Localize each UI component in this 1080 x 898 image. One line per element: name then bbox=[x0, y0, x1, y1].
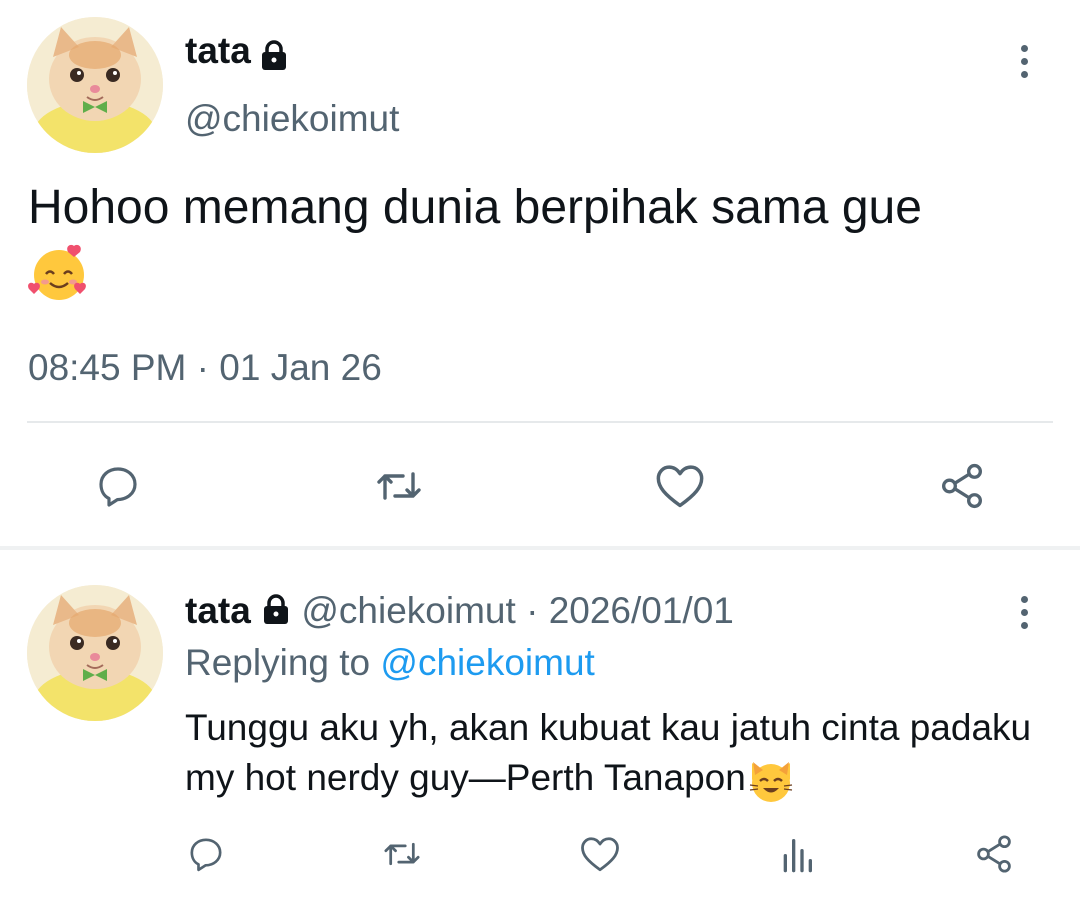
lock-icon bbox=[262, 40, 287, 70]
reply-button[interactable] bbox=[88, 456, 148, 516]
lock-icon bbox=[264, 594, 289, 625]
reply-reply-button[interactable] bbox=[184, 832, 228, 876]
analytics-icon bbox=[783, 839, 812, 873]
share-icon bbox=[977, 835, 1011, 873]
divider bbox=[27, 421, 1053, 423]
reply-date: 2026/01/01 bbox=[548, 590, 734, 631]
more-options-icon[interactable] bbox=[1018, 45, 1030, 84]
share-icon bbox=[942, 463, 982, 509]
retweet-button[interactable] bbox=[369, 456, 429, 516]
smiling-face-with-hearts-emoji bbox=[28, 244, 90, 307]
like-icon bbox=[581, 837, 619, 872]
reply-retweet-button[interactable] bbox=[380, 832, 424, 876]
section-divider bbox=[0, 546, 1080, 550]
like-button[interactable] bbox=[650, 456, 710, 516]
reply-display-name[interactable]: tata bbox=[185, 590, 251, 631]
share-button[interactable] bbox=[932, 456, 992, 516]
reply-share-button[interactable] bbox=[972, 832, 1016, 876]
replying-to-label: Replying to bbox=[185, 642, 371, 683]
like-icon bbox=[656, 465, 704, 508]
reply-icon bbox=[190, 838, 222, 872]
reply-separator: · bbox=[526, 590, 539, 631]
retweet-icon bbox=[384, 842, 420, 866]
tweet-text: Hohoo memang dunia berpihak sama gue bbox=[28, 181, 922, 234]
handle[interactable]: @chiekoimut bbox=[185, 98, 399, 140]
reply-more-options-icon[interactable] bbox=[1018, 596, 1030, 635]
reply-like-button[interactable] bbox=[578, 832, 622, 876]
time-separator: · bbox=[196, 347, 209, 388]
reply-icon bbox=[99, 467, 137, 507]
tweet-date: 01 Jan 26 bbox=[219, 347, 382, 388]
replying-to-handle[interactable]: @chiekoimut bbox=[380, 642, 594, 683]
retweet-icon bbox=[377, 472, 421, 500]
reply-text: Tunggu aku yh, akan kubuat kau jatuh cin… bbox=[185, 707, 1032, 798]
smiling-cat-face-emoji bbox=[749, 762, 792, 803]
tweet-time: 08:45 PM bbox=[28, 347, 187, 388]
reply-avatar[interactable] bbox=[27, 585, 163, 721]
avatar[interactable] bbox=[27, 17, 163, 153]
analytics-button[interactable] bbox=[775, 832, 819, 876]
display-name[interactable]: tata bbox=[185, 30, 251, 71]
reply-handle[interactable]: @chiekoimut bbox=[301, 590, 515, 631]
